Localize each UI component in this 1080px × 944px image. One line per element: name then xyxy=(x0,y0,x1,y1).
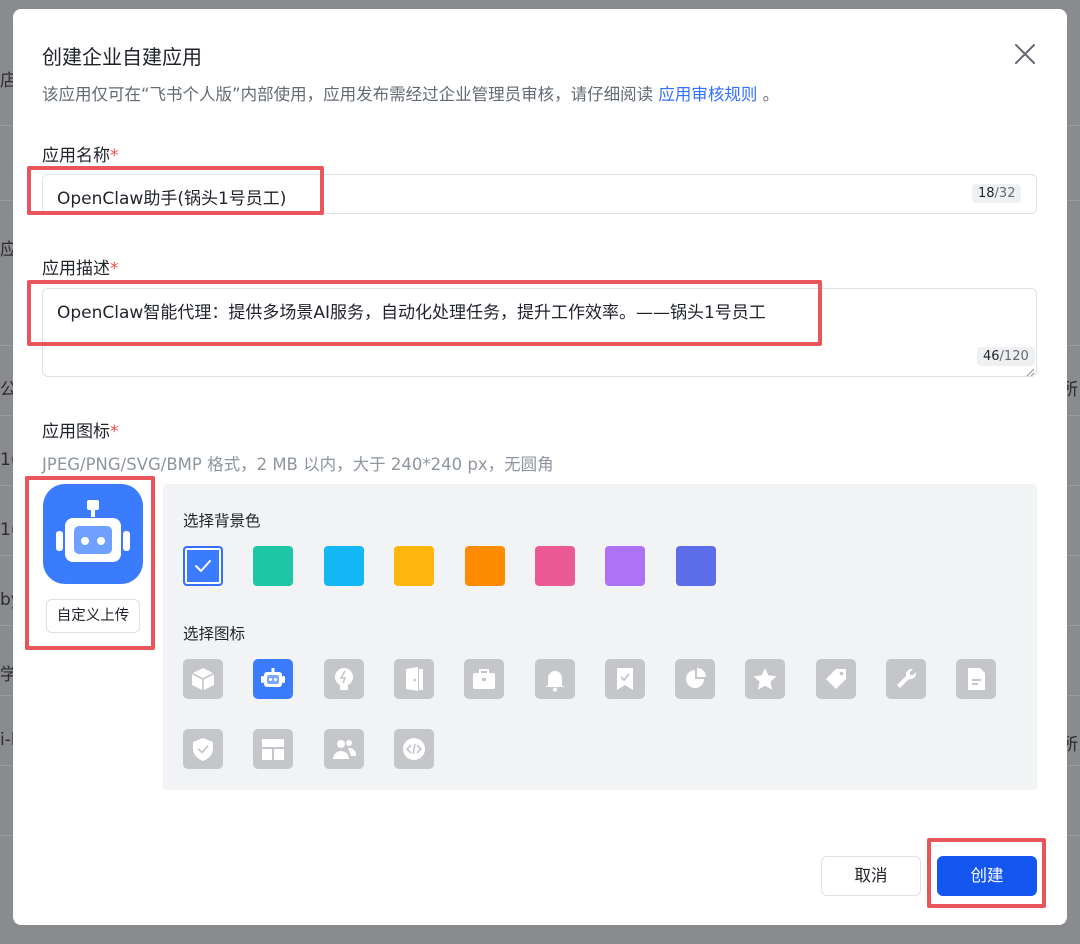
app-name-label: 应用名称* xyxy=(42,146,119,166)
briefcase-icon[interactable] xyxy=(464,659,505,699)
door-icon[interactable] xyxy=(393,659,434,699)
bell-icon[interactable] xyxy=(534,659,575,699)
icon-select-label: 选择图标 xyxy=(183,625,246,643)
bg-color-swatch[interactable] xyxy=(535,546,575,586)
wrench-icon[interactable] xyxy=(886,659,926,699)
app-name-counter: 18/32 xyxy=(972,184,1022,203)
bg-color-swatch[interactable] xyxy=(605,546,646,586)
lightbulb-icon[interactable] xyxy=(323,659,364,699)
icon-grid xyxy=(183,659,1023,779)
cube-icon[interactable] xyxy=(183,659,223,699)
robot-icon[interactable] xyxy=(253,659,294,699)
bookmark-check-icon[interactable] xyxy=(604,659,645,699)
annotation-box-icon xyxy=(25,476,155,650)
app-icon-hint: JPEG/PNG/SVG/BMP 格式，2 MB 以内，大于 240*240 p… xyxy=(42,455,554,474)
dialog-subtitle: 该应用仅可在“飞书个人版”内部使用，应用发布需经过企业管理员审核，请仔细阅读 应… xyxy=(42,85,780,104)
cancel-button[interactable]: 取消 xyxy=(821,856,921,896)
app-icon-label: 应用图标* xyxy=(42,422,119,442)
bg-color-swatches xyxy=(183,546,883,586)
bg-color-swatch[interactable] xyxy=(394,546,435,586)
bg-color-swatch[interactable] xyxy=(323,546,364,586)
pie-chart-icon[interactable] xyxy=(675,659,716,699)
annotation-box-create xyxy=(927,838,1046,908)
shield-check-icon[interactable] xyxy=(183,729,223,769)
bg-color-swatch[interactable] xyxy=(675,546,716,586)
review-rules-link[interactable]: 应用审核规则 xyxy=(658,85,757,104)
close-icon[interactable] xyxy=(1013,42,1037,66)
star-icon[interactable] xyxy=(745,659,786,699)
layout-icon[interactable] xyxy=(253,729,294,769)
app-desc-label: 应用描述* xyxy=(42,259,119,279)
annotation-box-desc xyxy=(27,280,822,346)
create-app-dialog: 创建企业自建应用 该应用仅可在“飞书个人版”内部使用，应用发布需经过企业管理员审… xyxy=(13,9,1067,925)
bg-color-swatch[interactable] xyxy=(183,546,223,586)
code-icon[interactable] xyxy=(393,729,434,769)
bg-color-swatch[interactable] xyxy=(464,546,505,586)
resize-handle-icon[interactable] xyxy=(1026,362,1035,381)
check-icon xyxy=(195,560,211,572)
dialog-title: 创建企业自建应用 xyxy=(42,45,202,69)
document-icon[interactable] xyxy=(956,659,997,699)
users-icon[interactable] xyxy=(323,729,364,769)
tag-icon[interactable] xyxy=(815,659,856,699)
annotation-box-name xyxy=(27,166,324,215)
bg-color-swatch[interactable] xyxy=(253,546,294,586)
bg-color-label: 选择背景色 xyxy=(183,512,261,530)
